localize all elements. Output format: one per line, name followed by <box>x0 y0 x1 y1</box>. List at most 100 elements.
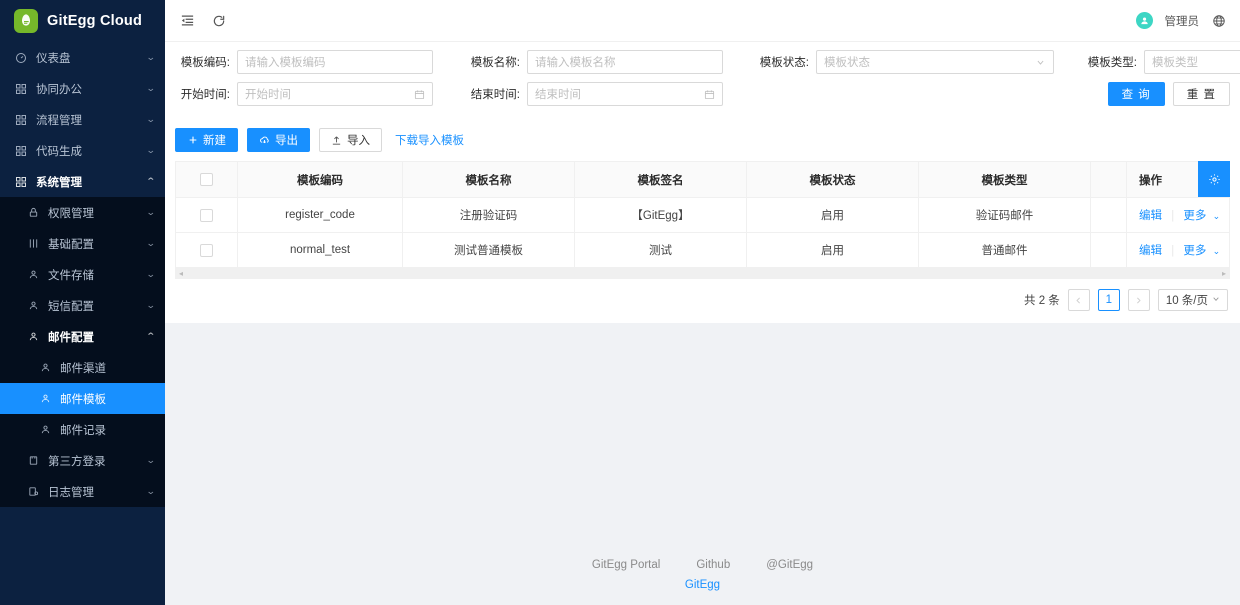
sidebar-item-permission[interactable]: 权限管理 ⌄ <box>0 197 165 228</box>
sidebar-item-mail-channel[interactable]: 邮件渠道 <box>0 352 165 383</box>
globe-icon[interactable] <box>1211 13 1226 28</box>
import-button-label: 导入 <box>347 132 370 148</box>
table-header-row: 模板编码 模板名称 模板签名 模板状态 模板类型 操作 <box>176 162 1230 198</box>
sidebar-label: 第三方登录 <box>48 453 147 469</box>
sidebar-label: 系统管理 <box>36 174 147 190</box>
more-link[interactable]: 更多 <box>1183 245 1206 257</box>
pagination-next[interactable] <box>1128 289 1150 311</box>
scroll-right-arrow[interactable]: ▸ <box>1222 269 1226 278</box>
apps-icon <box>14 82 28 96</box>
refresh-icon[interactable] <box>211 13 227 29</box>
placeholder-text: 请输入模板名称 <box>535 54 715 70</box>
sidebar-item-office[interactable]: 协同办公 ⌄ <box>0 73 165 104</box>
chevron-up-icon: ⌃ <box>146 331 156 342</box>
edit-link[interactable]: 编辑 <box>1139 210 1162 222</box>
chevron-down-icon[interactable]: ⌄ <box>1213 211 1221 221</box>
search-actions: 查 询 重 置 <box>1108 82 1230 106</box>
footer-link-gitegg[interactable]: @GitEgg <box>766 559 813 571</box>
menu-fold-icon[interactable] <box>179 13 195 29</box>
sidebar-item-process[interactable]: 流程管理 ⌄ <box>0 104 165 135</box>
table-row[interactable]: register_code 注册验证码 【GitEgg】 启用 验证码邮件 编辑… <box>176 198 1230 233</box>
col-template-type: 模板类型 <box>919 162 1091 198</box>
template-code-input[interactable]: 请输入模板编码 <box>237 50 433 74</box>
user-name[interactable]: 管理员 <box>1165 13 1200 29</box>
table-row[interactable]: normal_test 测试普通模板 测试 启用 普通邮件 编辑 | 更多 ⌄ <box>176 233 1230 268</box>
sidebar-item-system[interactable]: 系统管理 ⌃ <box>0 166 165 197</box>
cell-template-name: 测试普通模板 <box>403 233 575 268</box>
cell-spacer <box>1091 233 1127 268</box>
sidebar-item-mail-config[interactable]: 邮件配置 ⌃ <box>0 321 165 352</box>
apps-icon <box>14 175 28 189</box>
footer-link-portal[interactable]: GitEgg Portal <box>592 559 660 571</box>
template-name-input[interactable]: 请输入模板名称 <box>527 50 723 74</box>
chevron-down-icon[interactable]: ⌄ <box>1213 246 1221 256</box>
page-size-label: 10 条/页 <box>1166 292 1208 308</box>
more-link[interactable]: 更多 <box>1183 210 1206 222</box>
import-button[interactable]: 导入 <box>319 128 382 152</box>
cloud-download-icon <box>259 135 270 146</box>
cell-spacer <box>1091 198 1127 233</box>
footer-link-github[interactable]: Github <box>696 559 730 571</box>
filter-label: 开始时间: <box>175 86 237 102</box>
sidebar-item-third-party-login[interactable]: 第三方登录 ⌄ <box>0 445 165 476</box>
sidebar-label: 代码生成 <box>36 143 147 159</box>
mail-template-table: 模板编码 模板名称 模板签名 模板状态 模板类型 操作 register_c <box>175 161 1230 268</box>
brand-logo[interactable]: GitEgg Cloud <box>0 0 165 42</box>
table-horizontal-scrollbar[interactable]: ◂ ▸ <box>175 268 1230 279</box>
sidebar-item-sms-config[interactable]: 短信配置 ⌄ <box>0 290 165 321</box>
sidebar-item-base-config[interactable]: 基础配置 ⌄ <box>0 228 165 259</box>
upload-icon <box>331 135 342 146</box>
placeholder-text: 结束时间 <box>535 86 704 102</box>
row-select-cell <box>176 233 238 268</box>
table-body: register_code 注册验证码 【GitEgg】 启用 验证码邮件 编辑… <box>176 198 1230 268</box>
select-all-checkbox[interactable] <box>200 173 213 186</box>
chevron-up-icon: ⌃ <box>146 176 156 187</box>
filter-label: 模板状态: <box>754 54 816 70</box>
user-icon <box>26 330 40 344</box>
download-import-template-link[interactable]: 下载导入模板 <box>395 132 464 148</box>
template-status-select[interactable]: 模板状态 <box>816 50 1054 74</box>
sidebar-item-mail-record[interactable]: 邮件记录 <box>0 414 165 445</box>
sidebar-item-mail-template[interactable]: 邮件模板 <box>0 383 165 414</box>
new-button[interactable]: 新建 <box>175 128 238 152</box>
filter-label: 结束时间: <box>465 86 527 102</box>
gear-icon[interactable] <box>1198 161 1230 197</box>
start-time-input[interactable]: 开始时间 <box>237 82 433 106</box>
filter-template-name: 模板名称: 请输入模板名称 <box>465 50 723 74</box>
sidebar: GitEgg Cloud 仪表盘 ⌄ 协同办公 ⌄ <box>0 0 165 605</box>
sliders-icon <box>26 237 40 251</box>
placeholder-text: 模板类型 <box>1152 54 1240 70</box>
cell-actions: 编辑 | 更多 ⌄ <box>1127 233 1230 268</box>
sidebar-label: 流程管理 <box>36 112 147 128</box>
pagination-total: 共 2 条 <box>1024 292 1060 308</box>
row-checkbox[interactable] <box>200 244 213 257</box>
scroll-left-arrow[interactable]: ◂ <box>179 269 183 278</box>
page-size-select[interactable]: 10 条/页 <box>1158 289 1228 311</box>
template-type-select[interactable]: 模板类型 <box>1144 50 1240 74</box>
chevron-down-icon <box>1212 294 1220 306</box>
footer-copyright[interactable]: GitEgg <box>685 579 720 591</box>
pagination-prev[interactable] <box>1068 289 1090 311</box>
query-button[interactable]: 查 询 <box>1108 82 1165 106</box>
avatar[interactable] <box>1136 12 1153 29</box>
sidebar-label: 邮件模板 <box>60 391 155 407</box>
sidebar-item-file-storage[interactable]: 文件存储 ⌄ <box>0 259 165 290</box>
sidebar-item-codegen[interactable]: 代码生成 ⌄ <box>0 135 165 166</box>
pagination-page-1[interactable]: 1 <box>1098 289 1120 311</box>
row-checkbox[interactable] <box>200 209 213 222</box>
reset-button[interactable]: 重 置 <box>1173 82 1230 106</box>
sidebar-item-log-management[interactable]: 日志管理 ⌄ <box>0 476 165 507</box>
edit-link[interactable]: 编辑 <box>1139 245 1162 257</box>
export-button[interactable]: 导出 <box>247 128 310 152</box>
sidebar-submenu-system: 权限管理 ⌄ 基础配置 ⌄ 文件存储 ⌄ <box>0 197 165 507</box>
end-time-input[interactable]: 结束时间 <box>527 82 723 106</box>
footer-links: GitEgg Portal Github @GitEgg <box>592 559 813 571</box>
app-root: GitEgg Cloud 仪表盘 ⌄ 协同办公 ⌄ <box>0 0 1240 605</box>
main-area: 管理员 模板编码: 请输入模板编码 <box>165 0 1240 605</box>
cell-template-status: 启用 <box>747 233 919 268</box>
chevron-down-icon <box>1035 57 1046 68</box>
sidebar-item-dashboard[interactable]: 仪表盘 ⌄ <box>0 42 165 73</box>
col-template-name: 模板名称 <box>403 162 575 198</box>
col-template-status: 模板状态 <box>747 162 919 198</box>
col-template-sign: 模板签名 <box>575 162 747 198</box>
